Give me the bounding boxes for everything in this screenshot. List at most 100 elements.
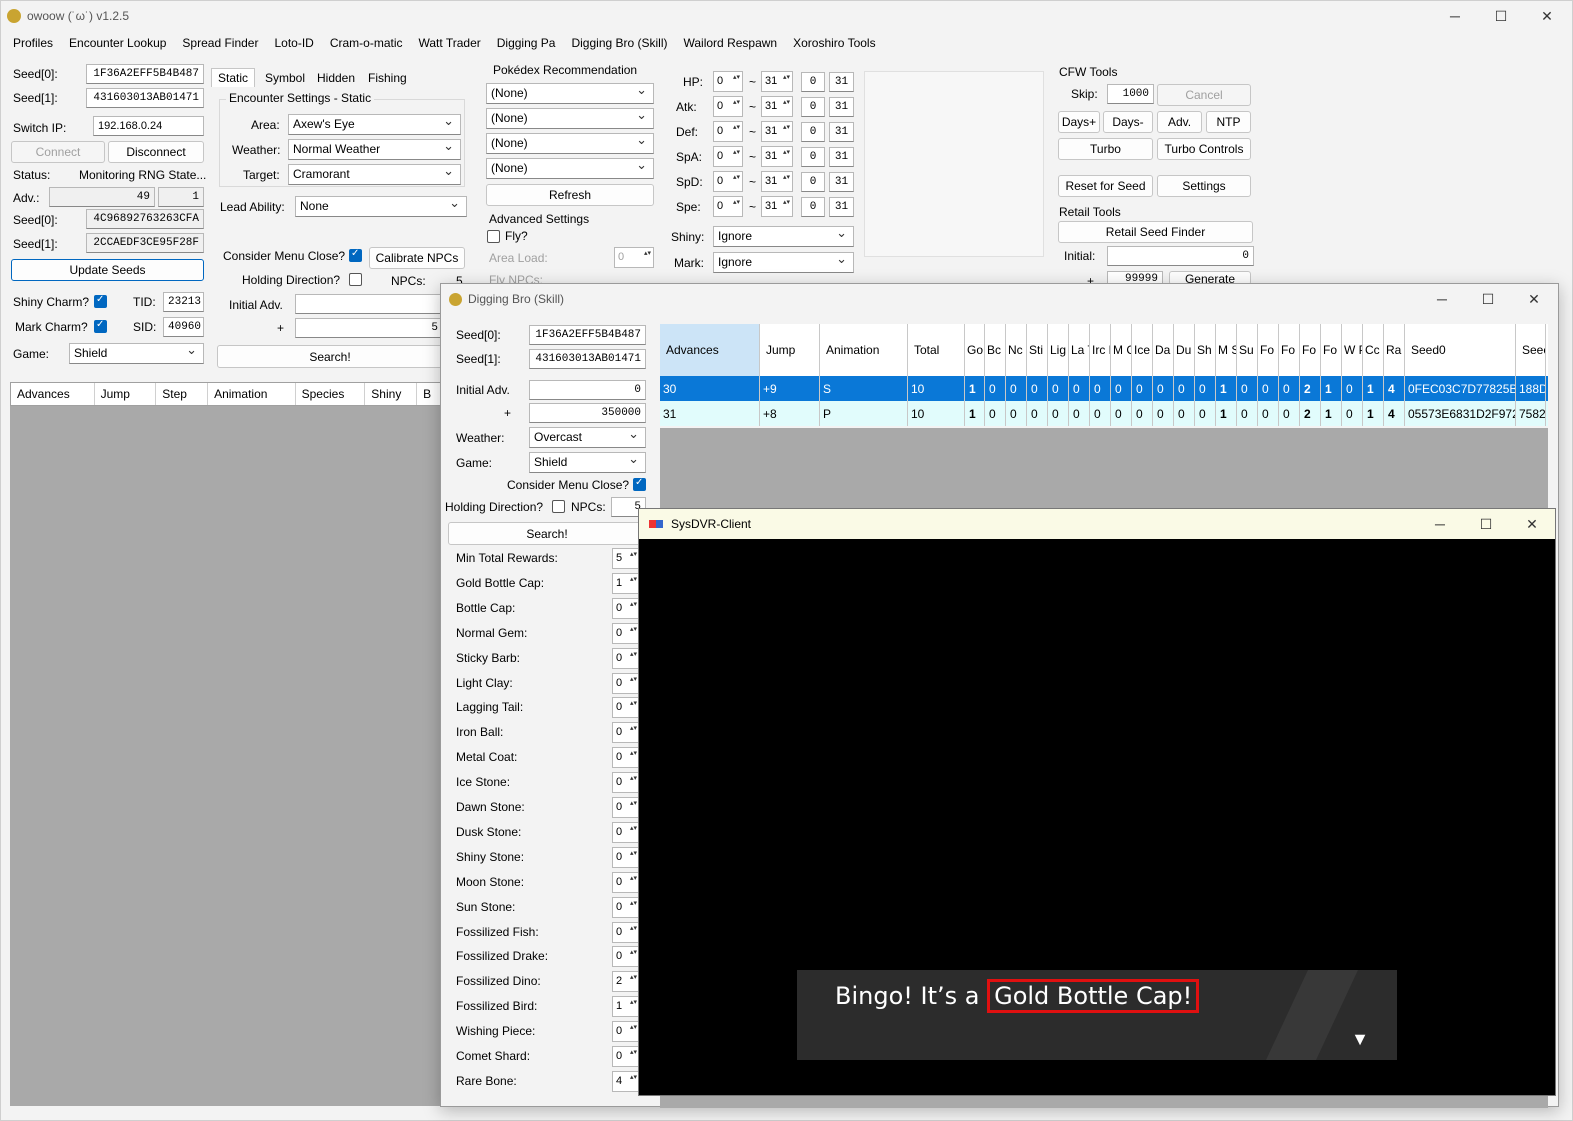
reward-filter-stepper[interactable]: 0	[612, 647, 640, 669]
switch-ip-field[interactable]: 192.168.0.24	[93, 116, 204, 136]
grid-header-cell[interactable]: W Pie	[1342, 324, 1363, 376]
iv-min-judge[interactable]: 0	[801, 122, 825, 142]
grid-header-cell[interactable]: Sti Ba	[1027, 324, 1048, 376]
days-plus-button[interactable]: Days+	[1058, 111, 1100, 133]
initial-field[interactable]: 0	[1107, 246, 1254, 266]
reward-filter-stepper[interactable]: 0	[612, 1021, 640, 1043]
reward-filter-stepper[interactable]: 0	[612, 896, 640, 918]
iv-max-stepper[interactable]: 31	[761, 171, 793, 192]
iv-max-judge[interactable]: 31	[829, 97, 854, 117]
adv-button[interactable]: Adv.	[1157, 111, 1202, 133]
reward-filter-stepper[interactable]: 0	[612, 597, 640, 619]
menu-cram-o-matic[interactable]: Cram-o-matic	[322, 36, 411, 50]
grid-header-cell[interactable]: Sh Stc	[1195, 324, 1216, 376]
plus-field[interactable]: 5	[295, 318, 443, 338]
iv-max-judge[interactable]: 31	[829, 172, 854, 192]
grid-header-cell[interactable]: Du Stc	[1174, 324, 1195, 376]
iv-min-judge[interactable]: 0	[801, 197, 825, 217]
turbo-button[interactable]: Turbo	[1058, 138, 1153, 160]
bro-weather-select[interactable]: Overcast	[529, 427, 646, 448]
bro-menu-close-checkbox[interactable]	[633, 477, 646, 491]
skip-field[interactable]: 1000	[1107, 84, 1154, 104]
bro-seed0-field[interactable]: 1F36A2EFF5B4B487	[529, 325, 646, 345]
menu-wailord-respawn[interactable]: Wailord Respawn	[676, 36, 786, 50]
iv-min-stepper[interactable]: 0	[713, 146, 743, 167]
ntp-button[interactable]: NTP	[1206, 111, 1251, 133]
iv-min-stepper[interactable]: 0	[713, 121, 743, 142]
grid-header-cell[interactable]: Fo Bir	[1321, 324, 1342, 376]
reset-for-seed-button[interactable]: Reset for Seed	[1058, 175, 1153, 197]
grid-header-cell[interactable]: Fo Fis	[1258, 324, 1279, 376]
grid-header-cell[interactable]: M Stc	[1216, 324, 1237, 376]
grid-header-cell[interactable]: Advances	[660, 324, 760, 376]
col-species[interactable]: Species	[296, 383, 366, 405]
connect-button[interactable]: Connect	[11, 141, 105, 163]
menu-loto-id[interactable]: Loto-ID	[266, 36, 321, 50]
bro-holding-checkbox[interactable]	[552, 500, 565, 513]
bro-initial-adv-field[interactable]: 0	[529, 380, 646, 400]
grid-header-cell[interactable]: Total	[908, 324, 965, 376]
settings-button[interactable]: Settings	[1157, 175, 1251, 197]
bro-plus-field[interactable]: 350000	[529, 403, 646, 423]
mark-filter-select[interactable]: Ignore	[713, 252, 854, 273]
maximize-icon[interactable]: ☐	[1463, 509, 1509, 539]
grid-header-cell[interactable]: Da Stc	[1153, 324, 1174, 376]
grid-header-cell[interactable]: Seed0	[1405, 324, 1516, 376]
menu-close-checkbox[interactable]	[349, 248, 362, 262]
maximize-icon[interactable]: ☐	[1478, 1, 1524, 31]
iv-min-judge[interactable]: 0	[801, 72, 825, 92]
digging-results-grid[interactable]: AdvancesJumpAnimationTotalGo Bc CaBc CaN…	[660, 324, 1548, 428]
table-row[interactable]: 31 +8 P 10 1 0 0 0 0 0 0 0 0 0 0 0 1 0 0 0 2 1 0 1 4 05573E6831D2…	[660, 401, 1548, 426]
target-select[interactable]: Cramorant	[288, 164, 461, 185]
mark-charm-checkbox[interactable]	[94, 319, 107, 333]
iv-min-stepper[interactable]: 0	[713, 171, 743, 192]
seed1-field[interactable]: 431603013AB01471	[86, 88, 204, 108]
grid-header-cell[interactable]: Irc Ba	[1090, 324, 1111, 376]
fly-checkbox[interactable]	[487, 230, 500, 243]
menu-profiles[interactable]: Profiles	[1, 36, 61, 50]
menu-digging-pa[interactable]: Digging Pa	[489, 36, 564, 50]
game-select[interactable]: Shield	[69, 343, 204, 364]
cancel-button[interactable]: Cancel	[1157, 84, 1251, 106]
reward-filter-stepper[interactable]: 0	[612, 747, 640, 769]
retail-seed-finder-button[interactable]: Retail Seed Finder	[1058, 221, 1253, 243]
iv-min-judge[interactable]: 0	[801, 172, 825, 192]
tab-static[interactable]: Static	[211, 68, 256, 87]
iv-max-judge[interactable]: 31	[829, 122, 854, 142]
grid-header-cell[interactable]: Nc Ge	[1006, 324, 1027, 376]
iv-min-judge[interactable]: 0	[801, 97, 825, 117]
reward-filter-stepper[interactable]: 0	[612, 622, 640, 644]
iv-min-stepper[interactable]: 0	[713, 71, 743, 92]
iv-max-stepper[interactable]: 31	[761, 121, 793, 142]
iv-min-judge[interactable]: 0	[801, 147, 825, 167]
close-icon[interactable]: ✕	[1509, 509, 1555, 539]
refresh-button[interactable]: Refresh	[486, 184, 654, 206]
results-grid-body[interactable]	[10, 406, 442, 1106]
bro-search-button[interactable]: Search!	[448, 522, 646, 545]
reward-filter-stepper[interactable]: 5	[612, 548, 640, 569]
reward-filter-stepper[interactable]: 0	[612, 871, 640, 893]
grid-header-cell[interactable]: Seec	[1516, 324, 1546, 376]
reward-filter-stepper[interactable]: 0	[612, 946, 640, 968]
bro-game-select[interactable]: Shield	[529, 452, 646, 473]
menu-watt-trader[interactable]: Watt Trader	[411, 36, 489, 50]
minimize-icon[interactable]: ─	[1419, 284, 1465, 314]
iv-max-judge[interactable]: 31	[829, 72, 854, 92]
initial-adv-field[interactable]	[295, 294, 443, 314]
menu-digging-bro[interactable]: Digging Bro (Skill)	[563, 36, 675, 50]
reward-filter-stepper[interactable]: 2	[612, 971, 640, 993]
col-b[interactable]: B	[417, 383, 441, 405]
grid-header-cell[interactable]: Go Bc Ca	[965, 324, 985, 376]
tid-field[interactable]: 23213	[163, 292, 204, 312]
days-minus-button[interactable]: Days-	[1103, 111, 1153, 133]
bro-seed1-field[interactable]: 431603013AB01471	[529, 349, 646, 369]
reward-filter-stepper[interactable]: 0	[612, 821, 640, 843]
grid-header-cell[interactable]: Su Stc	[1237, 324, 1258, 376]
grid-header-cell[interactable]: Jump	[760, 324, 820, 376]
grid-header-cell[interactable]: Fo Di	[1300, 324, 1321, 376]
grid-header-cell[interactable]: M Cc	[1111, 324, 1132, 376]
seed0-field[interactable]: 1F36A2EFF5B4B487	[86, 64, 204, 84]
tab-symbol[interactable]: Symbol	[259, 69, 311, 87]
col-step[interactable]: Step	[156, 383, 209, 405]
col-advances[interactable]: Advances	[11, 383, 95, 405]
